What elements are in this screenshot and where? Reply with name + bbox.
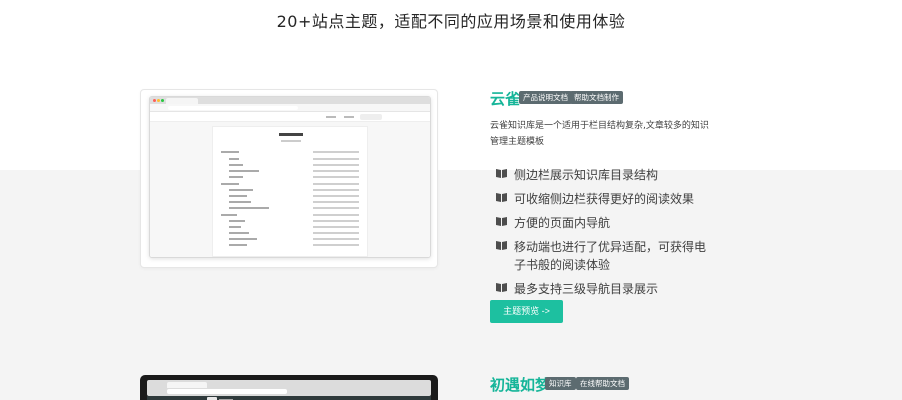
maximize-dot-icon	[161, 99, 164, 102]
browser-tabbar	[147, 380, 431, 396]
browser-tabbar	[150, 97, 430, 104]
theme-preview-button[interactable]: 主题预览 ->	[490, 300, 563, 323]
theme-name-yunque: 云雀	[490, 90, 521, 108]
doc-row	[221, 214, 359, 216]
page-title: 20+站点主题，适配不同的应用场景和使用体验	[276, 12, 626, 31]
site-nav-item	[344, 116, 354, 118]
doc-row	[221, 226, 359, 228]
site-header	[147, 396, 431, 400]
site-content	[150, 122, 430, 257]
theme-tag: 帮助文档制作	[570, 91, 623, 104]
site-search	[360, 114, 382, 120]
book-icon	[496, 169, 507, 178]
doc-row	[221, 232, 359, 234]
feature-text: 侧边栏展示知识库目录结构	[514, 168, 659, 182]
feature-text: 最多支持三级导航目录展示	[514, 282, 659, 296]
doc-row	[221, 195, 359, 197]
doc-row	[221, 170, 359, 172]
doc-row	[221, 244, 359, 246]
book-icon	[496, 193, 507, 202]
doc-paper	[212, 126, 368, 257]
doc-row	[221, 201, 359, 203]
feature-text: 方便的页面内导航	[514, 216, 611, 230]
theme-tag: 产品说明文档	[519, 91, 572, 104]
site-header	[150, 112, 430, 122]
doc-row	[221, 151, 359, 153]
site-nav-item	[326, 116, 336, 118]
browser-tab	[167, 382, 207, 388]
feature-text: 移动端也进行了优异适配，可获得电子书般的阅读体验	[514, 240, 707, 272]
url-field	[167, 389, 287, 394]
theme-tag: 在线帮助文档	[576, 377, 629, 390]
theme-screenshot-yunque[interactable]	[140, 89, 438, 268]
doc-row	[221, 189, 359, 191]
doc-row	[221, 207, 359, 209]
close-dot-icon	[153, 99, 156, 102]
theme-name-chuyu: 初遇如梦	[490, 376, 551, 394]
doc-subtitle	[281, 140, 301, 142]
doc-row	[221, 183, 359, 185]
doc-title	[279, 133, 303, 136]
book-icon	[496, 241, 507, 250]
theme-screenshot-chuyu[interactable]	[140, 375, 438, 400]
doc-row	[221, 164, 359, 166]
book-icon	[496, 217, 507, 226]
doc-row	[221, 158, 359, 160]
doc-row	[221, 238, 359, 240]
book-icon	[496, 283, 507, 292]
feature-text: 可收缩侧边栏获得更好的阅读效果	[514, 192, 695, 206]
minimize-dot-icon	[157, 99, 160, 102]
doc-row	[221, 176, 359, 178]
browser-urlbar	[150, 104, 430, 112]
theme-tag: 知识库	[545, 377, 576, 390]
doc-row	[221, 220, 359, 222]
browser-frame	[149, 96, 431, 258]
url-field	[168, 106, 298, 110]
theme-description: 云雀知识库是一个适用于栏目结构复杂,文章较多的知识管理主题模板	[490, 121, 709, 147]
